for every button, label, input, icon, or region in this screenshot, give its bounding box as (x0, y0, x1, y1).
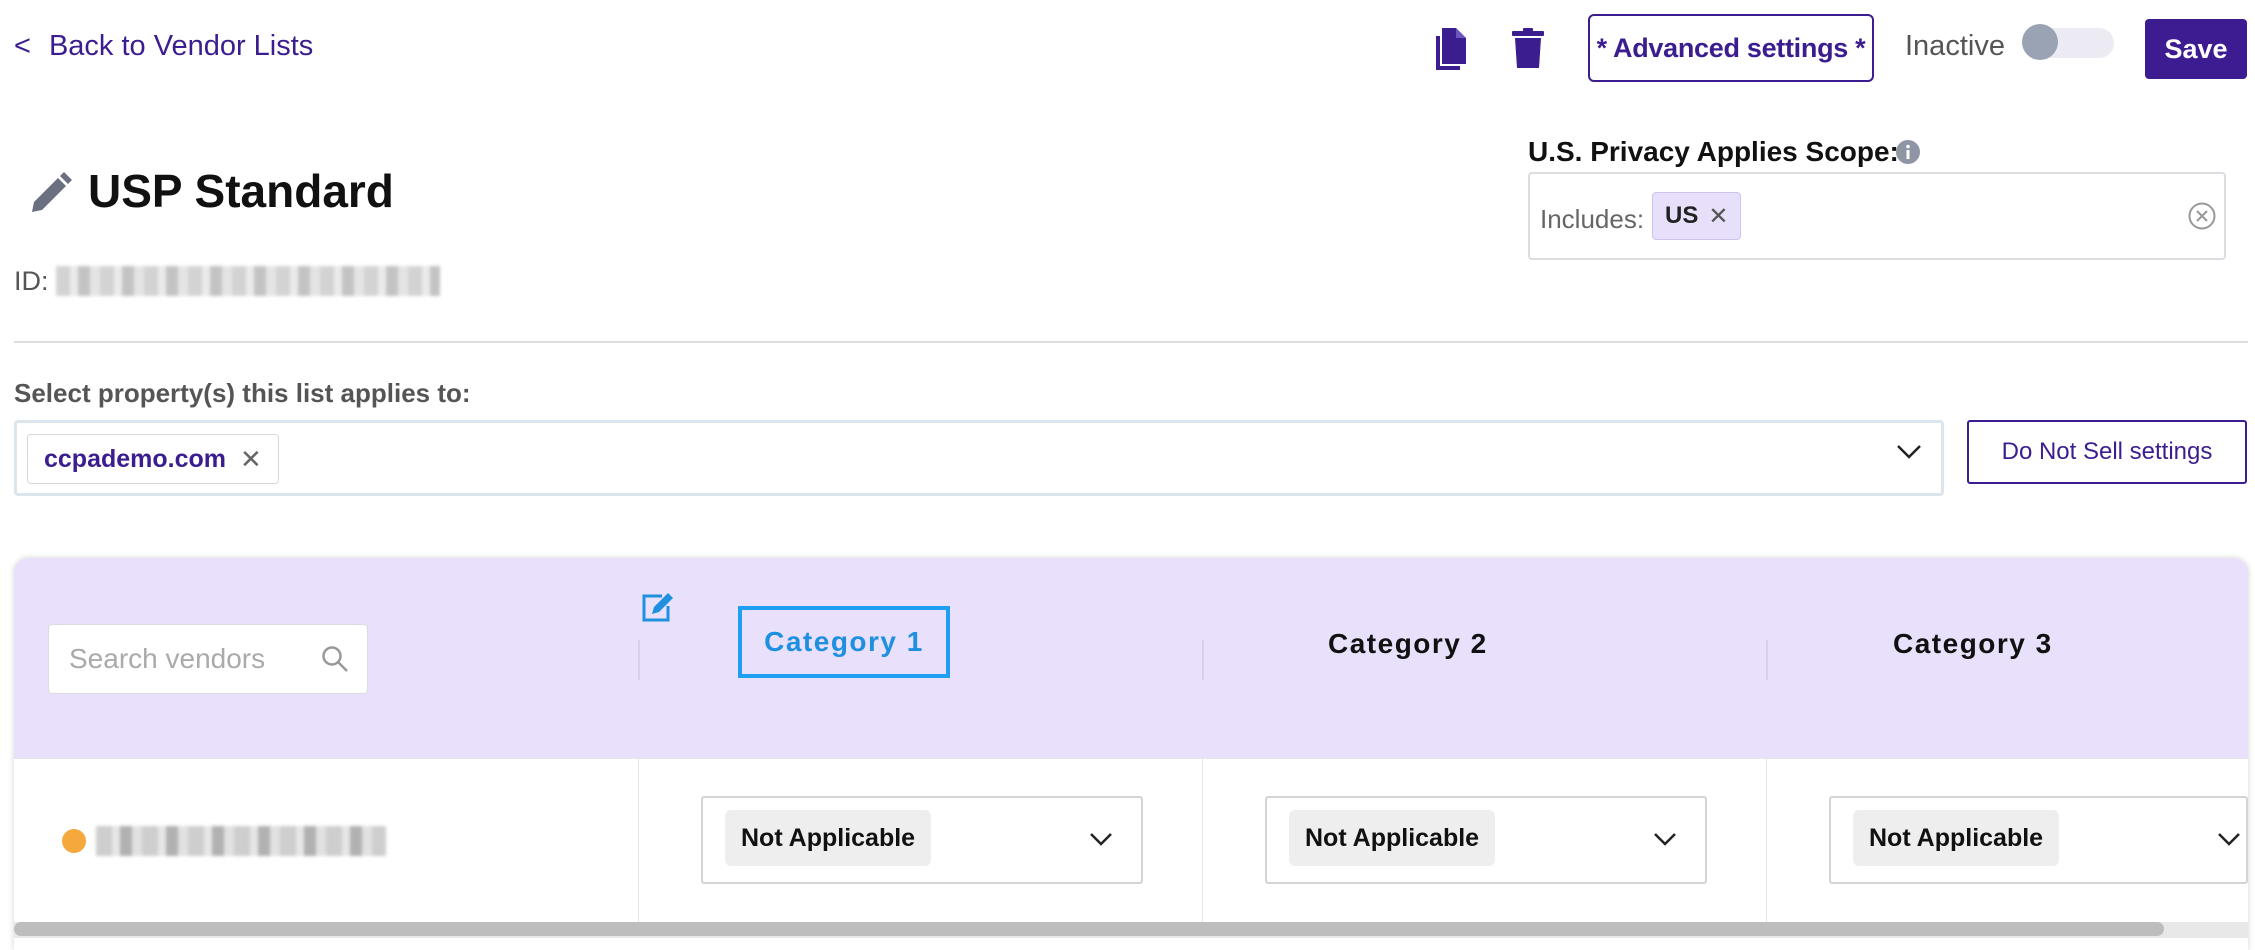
pencil-icon[interactable] (30, 172, 72, 214)
do-not-sell-settings-button[interactable]: Do Not Sell settings (1967, 420, 2247, 484)
column-header-category-3[interactable]: Category 3 (1893, 628, 2053, 660)
scope-tag-us: US ✕ (1652, 192, 1742, 240)
edit-category-icon[interactable] (640, 592, 674, 624)
toggle-knob[interactable] (2022, 24, 2058, 60)
section-divider (14, 341, 2248, 343)
chevron-down-icon[interactable] (1653, 832, 1677, 846)
property-select[interactable] (14, 420, 1944, 496)
back-link-label: Back to Vendor Lists (48, 30, 314, 62)
column-separator (638, 640, 640, 680)
trash-icon[interactable] (1512, 28, 1544, 68)
column-separator (1202, 758, 1203, 922)
property-tag-label: ccpademo.com (44, 444, 227, 473)
remove-property-icon[interactable]: ✕ (240, 444, 262, 475)
copy-icon[interactable] (1432, 28, 1466, 70)
category-2-value: Not Applicable (1289, 810, 1496, 866)
row-divider (14, 758, 2248, 759)
search-vendors-box[interactable] (48, 624, 368, 694)
search-icon[interactable] (321, 645, 349, 673)
id-label: ID: (14, 266, 49, 296)
status-label: Inactive (1905, 30, 2005, 62)
property-select-label: Select property(s) this list applies to: (14, 378, 471, 408)
column-separator (1202, 640, 1204, 680)
column-header-category-1[interactable]: Category 1 (738, 606, 950, 678)
back-chevron-icon: < (14, 30, 31, 62)
back-to-vendor-lists-link[interactable]: < Back to Vendor Lists (14, 30, 313, 63)
info-icon[interactable] (1896, 140, 1920, 164)
advanced-settings-button[interactable]: * Advanced settings * (1588, 14, 1874, 82)
save-button[interactable]: Save (2145, 19, 2247, 79)
includes-label: Includes: (1540, 204, 1645, 234)
category-1-value: Not Applicable (725, 810, 932, 866)
search-input[interactable] (67, 642, 311, 676)
id-value-redacted (56, 266, 440, 296)
status-dot (62, 829, 86, 853)
chevron-down-icon[interactable] (2217, 832, 2241, 846)
page-title: USP Standard (88, 165, 394, 217)
chevron-down-icon[interactable] (1896, 444, 1922, 460)
column-header-category-2[interactable]: Category 2 (1328, 628, 1488, 660)
vendor-name-redacted (96, 826, 386, 856)
privacy-scope-label: U.S. Privacy Applies Scope: (1528, 136, 1899, 167)
column-separator (638, 758, 639, 922)
scope-tag-label: US (1665, 202, 1699, 229)
column-separator (1766, 758, 1767, 922)
remove-tag-icon[interactable]: ✕ (1708, 202, 1728, 231)
scrollbar-thumb[interactable] (14, 922, 2164, 936)
column-separator (1766, 640, 1768, 680)
category-3-value: Not Applicable (1853, 810, 2060, 866)
chevron-down-icon[interactable] (1089, 832, 1113, 846)
property-tag: ccpademo.com ✕ (27, 434, 279, 484)
clear-scope-icon[interactable] (2188, 202, 2216, 230)
